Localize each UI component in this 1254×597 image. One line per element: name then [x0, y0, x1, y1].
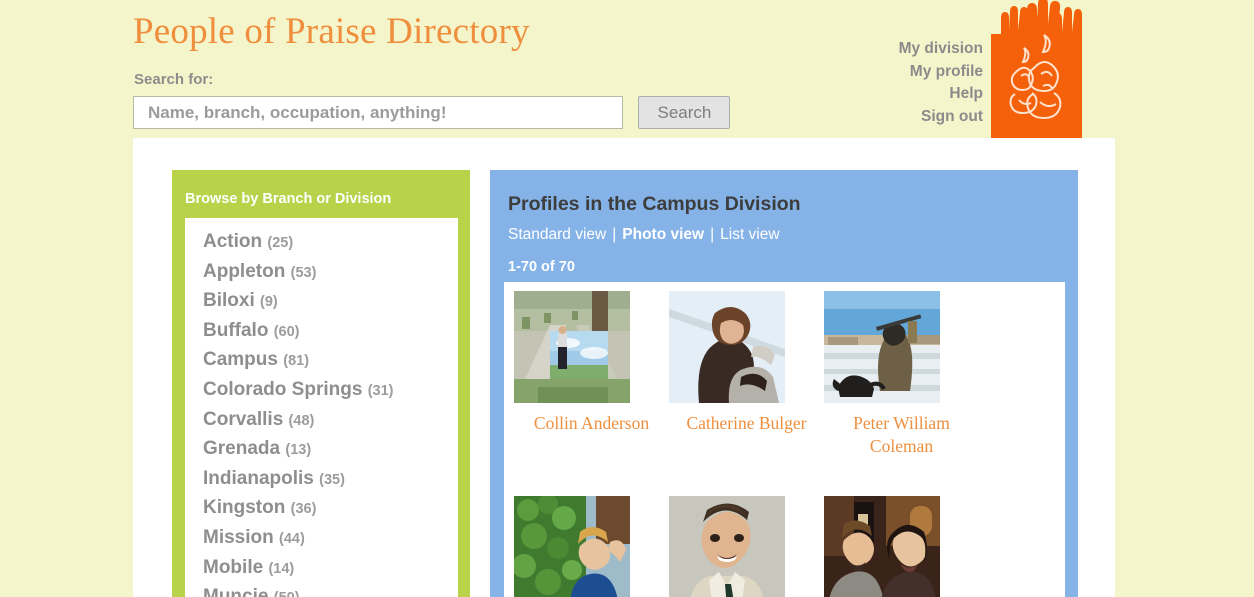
profile-photo-hunter-with-dog-snow [824, 291, 979, 403]
branch-name: Muncie [203, 586, 269, 597]
search-row: Search [133, 96, 731, 129]
page-title: Profiles in the Campus Division [508, 193, 801, 215]
branch-item-campus[interactable]: Campus (81) [203, 346, 458, 376]
browse-sidebar: Browse by Branch or Division Action (25)… [172, 170, 470, 597]
profile-card[interactable]: Collin Anderson [514, 291, 669, 435]
branch-count: (44) [279, 530, 305, 547]
branch-count: (9) [260, 294, 278, 311]
profile-card[interactable] [824, 496, 979, 597]
nav-sign-out[interactable]: Sign out [783, 106, 983, 129]
profile-name: Peter William Coleman [853, 413, 950, 456]
branch-item-muncie[interactable]: Muncie (50) [203, 583, 458, 597]
branch-name: Colorado Springs [203, 378, 363, 400]
branch-count: (25) [267, 235, 294, 251]
branch-name: Corvallis [203, 408, 284, 430]
view-switcher: Standard view | Photo view | List view [508, 226, 780, 244]
branch-item-corvallis[interactable]: Corvallis (48) [203, 406, 458, 436]
branch-name: Mobile [203, 556, 264, 578]
view-separator: | [612, 226, 617, 243]
branch-count: (53) [290, 264, 317, 281]
tab-standard-view[interactable]: Standard view [508, 226, 606, 243]
result-count: 1-70 of 70 [508, 259, 575, 275]
profile-photo-sidewalk-painting [514, 291, 669, 403]
branch-count: (31) [367, 382, 394, 399]
photo-grid: Collin Anderson Catherine Bulger Peter W… [514, 291, 1065, 597]
branch-name: Grenada [203, 438, 281, 460]
profile-photo-young-man-tie [669, 496, 824, 597]
praise-hands-logo-icon [991, 0, 1082, 140]
branch-name: Indianapolis [203, 467, 314, 489]
content-panel: Browse by Branch or Division Action (25)… [133, 138, 1115, 597]
profile-name: Catherine Bulger [686, 413, 807, 433]
branch-name: Kingston [203, 497, 286, 519]
branch-name: Appleton [203, 260, 286, 282]
profile-card[interactable] [669, 496, 824, 597]
branch-count: (60) [273, 323, 300, 340]
view-separator: | [710, 226, 715, 243]
branch-item-appleton[interactable]: Appleton (53) [203, 258, 458, 288]
branch-name: Action [203, 231, 263, 252]
branch-count: (13) [285, 442, 312, 459]
profile-photo-woman-seated-outdoors [669, 291, 824, 403]
branch-name: Campus [203, 349, 278, 371]
profiles-panel: Profiles in the Campus Division Standard… [490, 170, 1078, 597]
profile-name: Collin Anderson [533, 413, 650, 433]
branch-item-mobile[interactable]: Mobile (14) [203, 554, 458, 584]
branch-count: (81) [283, 353, 310, 370]
site-title: People of Praise Directory [133, 11, 530, 52]
search-button[interactable]: Search [638, 96, 731, 129]
branch-name: Biloxi [203, 290, 255, 312]
profile-card[interactable]: Peter William Coleman [824, 291, 979, 458]
nav-help[interactable]: Help [783, 83, 983, 106]
profile-card[interactable]: Catherine Bulger [669, 291, 824, 435]
page-header: People of Praise Directory Search for: S… [0, 0, 1254, 140]
nav-my-division[interactable]: My division [783, 38, 983, 61]
photo-grid-area: Collin Anderson Catherine Bulger Peter W… [504, 282, 1065, 597]
branch-item-indianapolis[interactable]: Indianapolis (35) [203, 465, 458, 495]
top-navigation: My division My profile Help Sign out [783, 38, 983, 128]
branch-item-mission[interactable]: Mission (44) [203, 524, 458, 554]
branch-name: Mission [203, 526, 274, 548]
branch-list: Action (25) Appleton (53) Biloxi (9) Buf… [185, 218, 458, 597]
branch-item-action[interactable]: Action (25) [203, 228, 458, 258]
profile-photo-woman-green-vines [514, 496, 669, 597]
profile-photo-couple-indoors [824, 496, 979, 597]
search-label: Search for: [134, 71, 214, 88]
branch-count: (14) [268, 560, 295, 577]
sidebar-title: Browse by Branch or Division [185, 191, 392, 207]
tab-list-view[interactable]: List view [720, 226, 779, 243]
profile-card[interactable] [514, 496, 669, 597]
branch-name: Buffalo [203, 319, 269, 341]
branch-count: (48) [288, 412, 315, 429]
branch-item-buffalo[interactable]: Buffalo (60) [203, 317, 458, 347]
branch-count: (50) [274, 590, 300, 597]
branch-item-colorado-springs[interactable]: Colorado Springs (31) [203, 376, 458, 406]
search-input[interactable] [133, 96, 623, 129]
branch-item-kingston[interactable]: Kingston (36) [203, 494, 458, 524]
branch-item-biloxi[interactable]: Biloxi (9) [203, 287, 458, 317]
branch-item-grenada[interactable]: Grenada (13) [203, 435, 458, 465]
nav-my-profile[interactable]: My profile [783, 61, 983, 84]
tab-photo-view[interactable]: Photo view [622, 226, 704, 243]
branch-count: (36) [290, 501, 317, 518]
branch-count: (35) [319, 471, 345, 488]
